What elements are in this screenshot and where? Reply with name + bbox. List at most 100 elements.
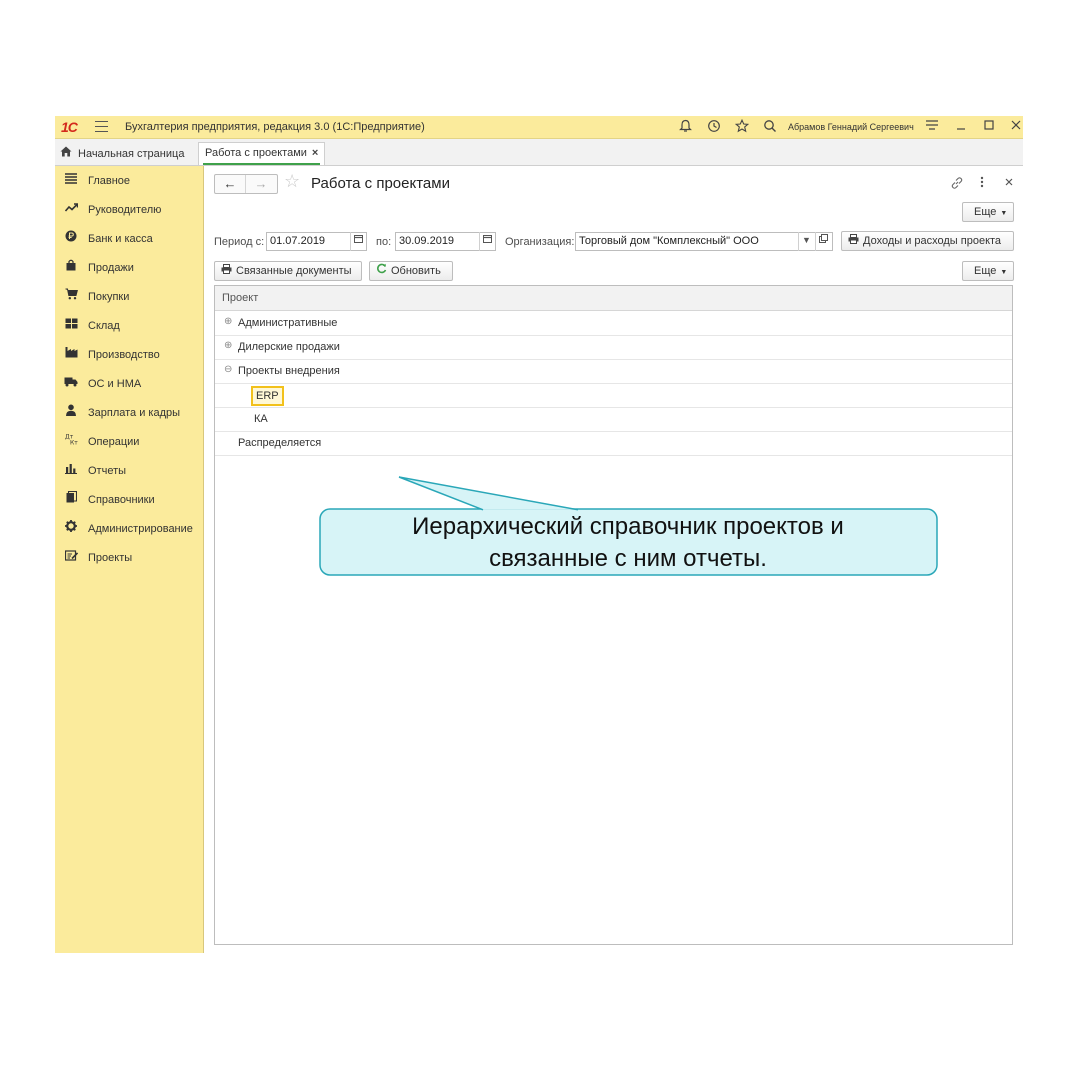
expand-icon[interactable]: ⊕ — [224, 316, 232, 327]
sidebar-item-catalogs[interactable]: Справочники — [63, 490, 155, 509]
related-documents-button[interactable]: Связанные документы — [214, 261, 362, 281]
add-favorite-star-icon[interactable]: ☆ — [284, 171, 300, 192]
sidebar-item-bank[interactable]: Банк и касса — [63, 230, 153, 248]
more-button-top[interactable]: Еще ▼ — [962, 202, 1014, 222]
row-label: КА — [254, 413, 268, 425]
related-documents-label: Связанные документы — [236, 265, 352, 277]
table-row[interactable]: Распределяется — [215, 431, 1012, 456]
sidebar-item-purchases[interactable]: Покупки — [63, 288, 129, 306]
more-button-label: Еще — [974, 206, 997, 218]
user-name[interactable]: Абрамов Геннадий Сергеевич — [788, 122, 914, 132]
sidebar-item-label: Администрирование — [88, 523, 193, 535]
warehouse-icon — [63, 317, 79, 335]
table-row[interactable]: КА — [215, 407, 1012, 432]
sidebar-item-label: Банк и касса — [88, 233, 153, 245]
sidebar-item-salary[interactable]: Зарплата и кадры — [63, 404, 180, 422]
main-menu-icon[interactable] — [95, 121, 108, 132]
history-nav: ← → — [214, 174, 278, 194]
open-icon[interactable] — [815, 232, 831, 251]
dropdown-arrow-icon[interactable]: ▼ — [798, 232, 814, 251]
sidebar-item-label: Продажи — [88, 262, 134, 274]
title-bar: 1С Бухгалтерия предприятия, редакция 3.0… — [55, 116, 1023, 139]
row-label: Проекты внедрения — [238, 365, 340, 377]
calendar-icon[interactable] — [479, 232, 495, 251]
row-label: Распределяется — [238, 437, 322, 449]
tab-home[interactable]: Начальная страница — [60, 146, 184, 162]
sidebar-item-reports[interactable]: Отчеты — [63, 462, 126, 480]
sidebar-item-production[interactable]: Производство — [63, 346, 160, 364]
period-to-value: 30.09.2019 — [399, 235, 455, 247]
forward-arrow-icon[interactable]: → — [246, 175, 276, 193]
sidebar-item-administration[interactable]: Администрирование — [63, 520, 193, 538]
search-icon[interactable] — [762, 119, 778, 135]
period-to-label: по: — [376, 236, 392, 248]
trend-icon — [63, 201, 79, 219]
home-icon — [60, 146, 72, 160]
sidebar-item-projects[interactable]: Проекты — [63, 549, 132, 567]
sidebar-item-warehouse[interactable]: Склад — [63, 317, 120, 335]
period-to-field[interactable]: 30.09.2019 — [395, 232, 496, 251]
table-row-selected[interactable]: ERP — [215, 383, 1012, 408]
gear-icon — [63, 520, 79, 538]
sidebar-item-label: Руководителю — [88, 204, 162, 216]
1c-logo: 1С — [61, 119, 78, 135]
bell-icon[interactable] — [677, 119, 693, 135]
sidebar-item-label: Производство — [88, 349, 160, 361]
more-actions-icon[interactable] — [980, 176, 984, 191]
sidebar-item-fixed-assets[interactable]: ОС и НМА — [63, 375, 141, 393]
table-row[interactable]: ⊕ Административные — [215, 311, 1012, 336]
sidebar-item-label: Зарплата и кадры — [88, 407, 181, 419]
organization-label: Организация: — [505, 236, 575, 248]
chevron-down-icon: ▼ — [1000, 210, 1008, 217]
bag-icon — [63, 259, 79, 277]
calendar-icon[interactable] — [350, 232, 366, 251]
projects-icon — [63, 549, 79, 567]
row-label: Дилерские продажи — [238, 341, 340, 353]
close-tab-icon[interactable]: × — [312, 147, 318, 159]
sidebar-item-main[interactable]: Главное — [63, 172, 130, 190]
menu-icon — [63, 172, 79, 190]
close-window-icon[interactable] — [1008, 119, 1023, 135]
chevron-down-icon: ▼ — [1000, 269, 1008, 276]
sidebar-item-label: Операции — [88, 436, 140, 448]
project-income-expense-button[interactable]: Доходы и расходы проекта — [841, 231, 1014, 251]
history-icon[interactable] — [706, 119, 722, 135]
refresh-icon — [376, 262, 387, 281]
tab-projects[interactable]: Работа с проектами × — [198, 142, 326, 165]
refresh-button[interactable]: Обновить — [369, 261, 453, 281]
favorites-star-icon[interactable] — [734, 118, 750, 135]
organization-field[interactable]: Торговый дом "Комплексный" ООО ▼ — [575, 232, 833, 251]
print-icon — [848, 232, 859, 251]
app-title: Бухгалтерия предприятия, редакция 3.0 (1… — [125, 121, 425, 133]
books-icon — [63, 490, 79, 509]
annotation-callout: Иерархический справочник проектов и связ… — [319, 476, 941, 578]
refresh-label: Обновить — [391, 265, 441, 277]
ruble-icon — [63, 230, 79, 248]
sidebar-item-label: Покупки — [88, 291, 130, 303]
sidebar-item-label: Справочники — [88, 494, 155, 506]
sidebar-item-operations[interactable]: Дт Кт Операции — [63, 433, 140, 451]
form-title: Работа с проектами — [311, 175, 450, 192]
sidebar-item-sales[interactable]: Продажи — [63, 259, 134, 277]
minimize-icon[interactable] — [953, 119, 969, 135]
callout-line-2: связанные с ним отчеты. — [489, 545, 767, 572]
collapse-icon[interactable]: ⊖ — [224, 364, 232, 375]
dt-kt-icon: Дт Кт — [63, 433, 79, 451]
tab-home-label: Начальная страница — [78, 148, 185, 160]
sidebar-item-label: Склад — [88, 320, 120, 332]
table-row[interactable]: ⊖ Проекты внедрения — [215, 359, 1012, 384]
settings-menu-icon[interactable] — [924, 119, 940, 135]
back-arrow-icon[interactable]: ← — [215, 175, 246, 193]
maximize-icon[interactable] — [981, 119, 997, 135]
sidebar-item-director[interactable]: Руководителю — [63, 201, 161, 219]
period-from-field[interactable]: 01.07.2019 — [266, 232, 367, 251]
sidebar-item-label: Проекты — [88, 552, 133, 564]
column-header-project[interactable]: Проект — [222, 292, 258, 304]
more-button-list[interactable]: Еще ▼ — [962, 261, 1014, 281]
link-icon[interactable] — [950, 176, 964, 193]
table-row[interactable]: ⊕ Дилерские продажи — [215, 335, 1012, 360]
period-from-label: Период с: — [214, 236, 265, 248]
table-header: Проект — [215, 286, 1012, 311]
expand-icon[interactable]: ⊕ — [224, 340, 232, 351]
close-form-icon[interactable] — [1004, 176, 1014, 190]
